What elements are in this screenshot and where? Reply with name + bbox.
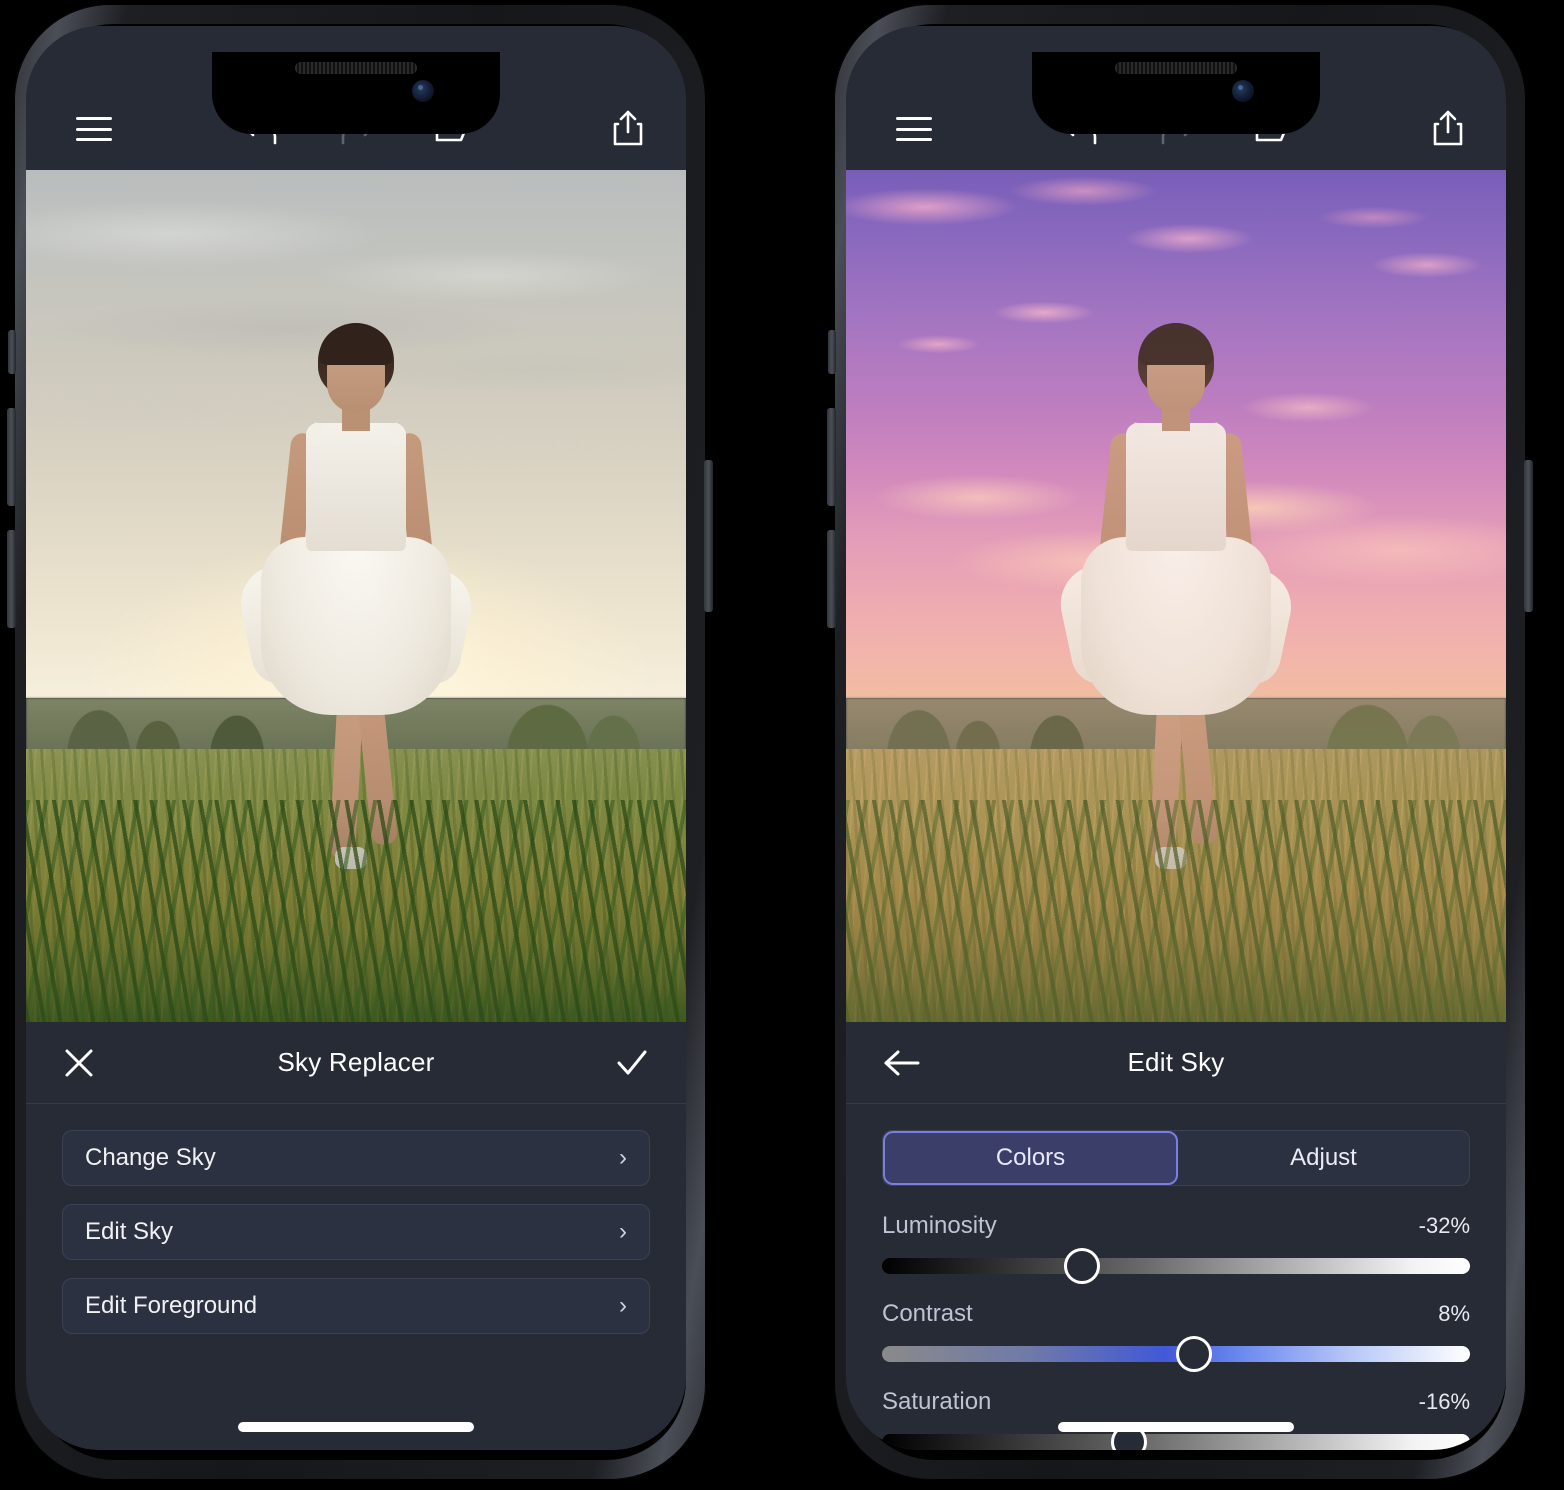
menu-row-label: Edit Foreground [85, 1292, 258, 1319]
share-export-icon[interactable] [1410, 106, 1466, 152]
hamburger-menu-icon[interactable] [886, 106, 942, 152]
panel-header-left: Sky Replacer [26, 1022, 686, 1104]
tab-label: Adjust [1290, 1144, 1357, 1171]
power-button[interactable] [1524, 460, 1533, 612]
volume-down-button[interactable] [7, 530, 16, 628]
slider-header: Contrast 8% [882, 1300, 1470, 1328]
chevron-right-icon: › [619, 1144, 627, 1171]
mute-switch[interactable] [828, 330, 836, 374]
phone-screen-left: Sky Replacer Change Sky › Edit Sky › Edi… [26, 26, 686, 1450]
sliders-group: Luminosity -32% Contrast 8% Saturation -… [846, 1212, 1506, 1450]
slider-thumb-luminosity[interactable] [1063, 1248, 1100, 1284]
slider-saturation: Saturation -16% [882, 1388, 1470, 1450]
screenshot-stage: Sky Replacer Change Sky › Edit Sky › Edi… [0, 0, 1564, 1490]
checkmark-icon[interactable] [614, 1046, 650, 1080]
chevron-right-icon: › [619, 1218, 627, 1245]
front-camera-icon [412, 80, 434, 102]
home-indicator[interactable] [1058, 1422, 1294, 1432]
tab-label: Colors [995, 1144, 1066, 1171]
slider-track-contrast[interactable] [882, 1336, 1470, 1372]
panel-title: Edit Sky [1127, 1047, 1225, 1077]
slider-track-saturation[interactable] [882, 1424, 1470, 1450]
mute-switch[interactable] [8, 330, 16, 374]
notch [1032, 52, 1320, 134]
slider-contrast: Contrast 8% [882, 1300, 1470, 1372]
arrow-left-icon[interactable] [882, 1047, 922, 1079]
foreground-grass-edited [846, 800, 1506, 1022]
volume-up-button[interactable] [7, 408, 16, 506]
menu-row-edit-sky[interactable]: Edit Sky › [62, 1204, 650, 1260]
volume-up-button[interactable] [827, 408, 836, 506]
slider-value: -16% [1418, 1389, 1470, 1414]
menu-row-label: Change Sky [85, 1144, 216, 1171]
sky-replacer-panel: Sky Replacer Change Sky › Edit Sky › Edi… [26, 1022, 686, 1450]
slider-luminosity: Luminosity -32% [882, 1212, 1470, 1284]
front-camera-icon [1232, 80, 1254, 102]
slider-label: Luminosity [882, 1212, 997, 1239]
power-button[interactable] [704, 460, 713, 612]
slider-header: Saturation -16% [882, 1388, 1470, 1416]
chevron-right-icon: › [619, 1292, 627, 1319]
phone-left: Sky Replacer Change Sky › Edit Sky › Edi… [0, 0, 720, 1490]
slider-track-luminosity[interactable] [882, 1248, 1470, 1284]
slider-header: Luminosity -32% [882, 1212, 1470, 1240]
panel-title: Sky Replacer [277, 1047, 435, 1077]
phone-screen-right: Edit Sky Colors Adjust Luminosity -32% C… [846, 26, 1506, 1450]
slider-thumb-contrast[interactable] [1175, 1336, 1212, 1372]
panel-header-right: Edit Sky [846, 1022, 1506, 1104]
share-export-icon[interactable] [590, 106, 646, 152]
edit-sky-tabs: Colors Adjust [882, 1130, 1470, 1186]
volume-down-button[interactable] [827, 530, 836, 628]
slider-label: Contrast [882, 1300, 973, 1327]
photo-preview-edited[interactable] [846, 170, 1506, 1022]
photo-preview-original[interactable] [26, 170, 686, 1022]
notch [212, 52, 500, 134]
tab-adjust[interactable]: Adjust [1178, 1131, 1469, 1185]
tab-colors[interactable]: Colors [883, 1131, 1178, 1185]
slider-label: Saturation [882, 1388, 992, 1415]
menu-row-change-sky[interactable]: Change Sky › [62, 1130, 650, 1186]
close-x-icon[interactable] [62, 1046, 96, 1080]
menu-row-label: Edit Sky [85, 1218, 174, 1245]
edit-sky-panel: Edit Sky Colors Adjust Luminosity -32% C… [846, 1022, 1506, 1450]
menu-row-edit-foreground[interactable]: Edit Foreground › [62, 1278, 650, 1334]
earpiece-speaker-icon [295, 62, 417, 74]
foreground-grass-original [26, 800, 686, 1022]
earpiece-speaker-icon [1115, 62, 1237, 74]
phone-right: Edit Sky Colors Adjust Luminosity -32% C… [820, 0, 1540, 1490]
home-indicator[interactable] [238, 1422, 474, 1432]
hamburger-menu-icon[interactable] [66, 106, 122, 152]
slider-value: 8% [1438, 1301, 1470, 1326]
slider-value: -32% [1418, 1213, 1470, 1238]
sky-replacer-menu: Change Sky › Edit Sky › Edit Foreground … [26, 1104, 686, 1334]
